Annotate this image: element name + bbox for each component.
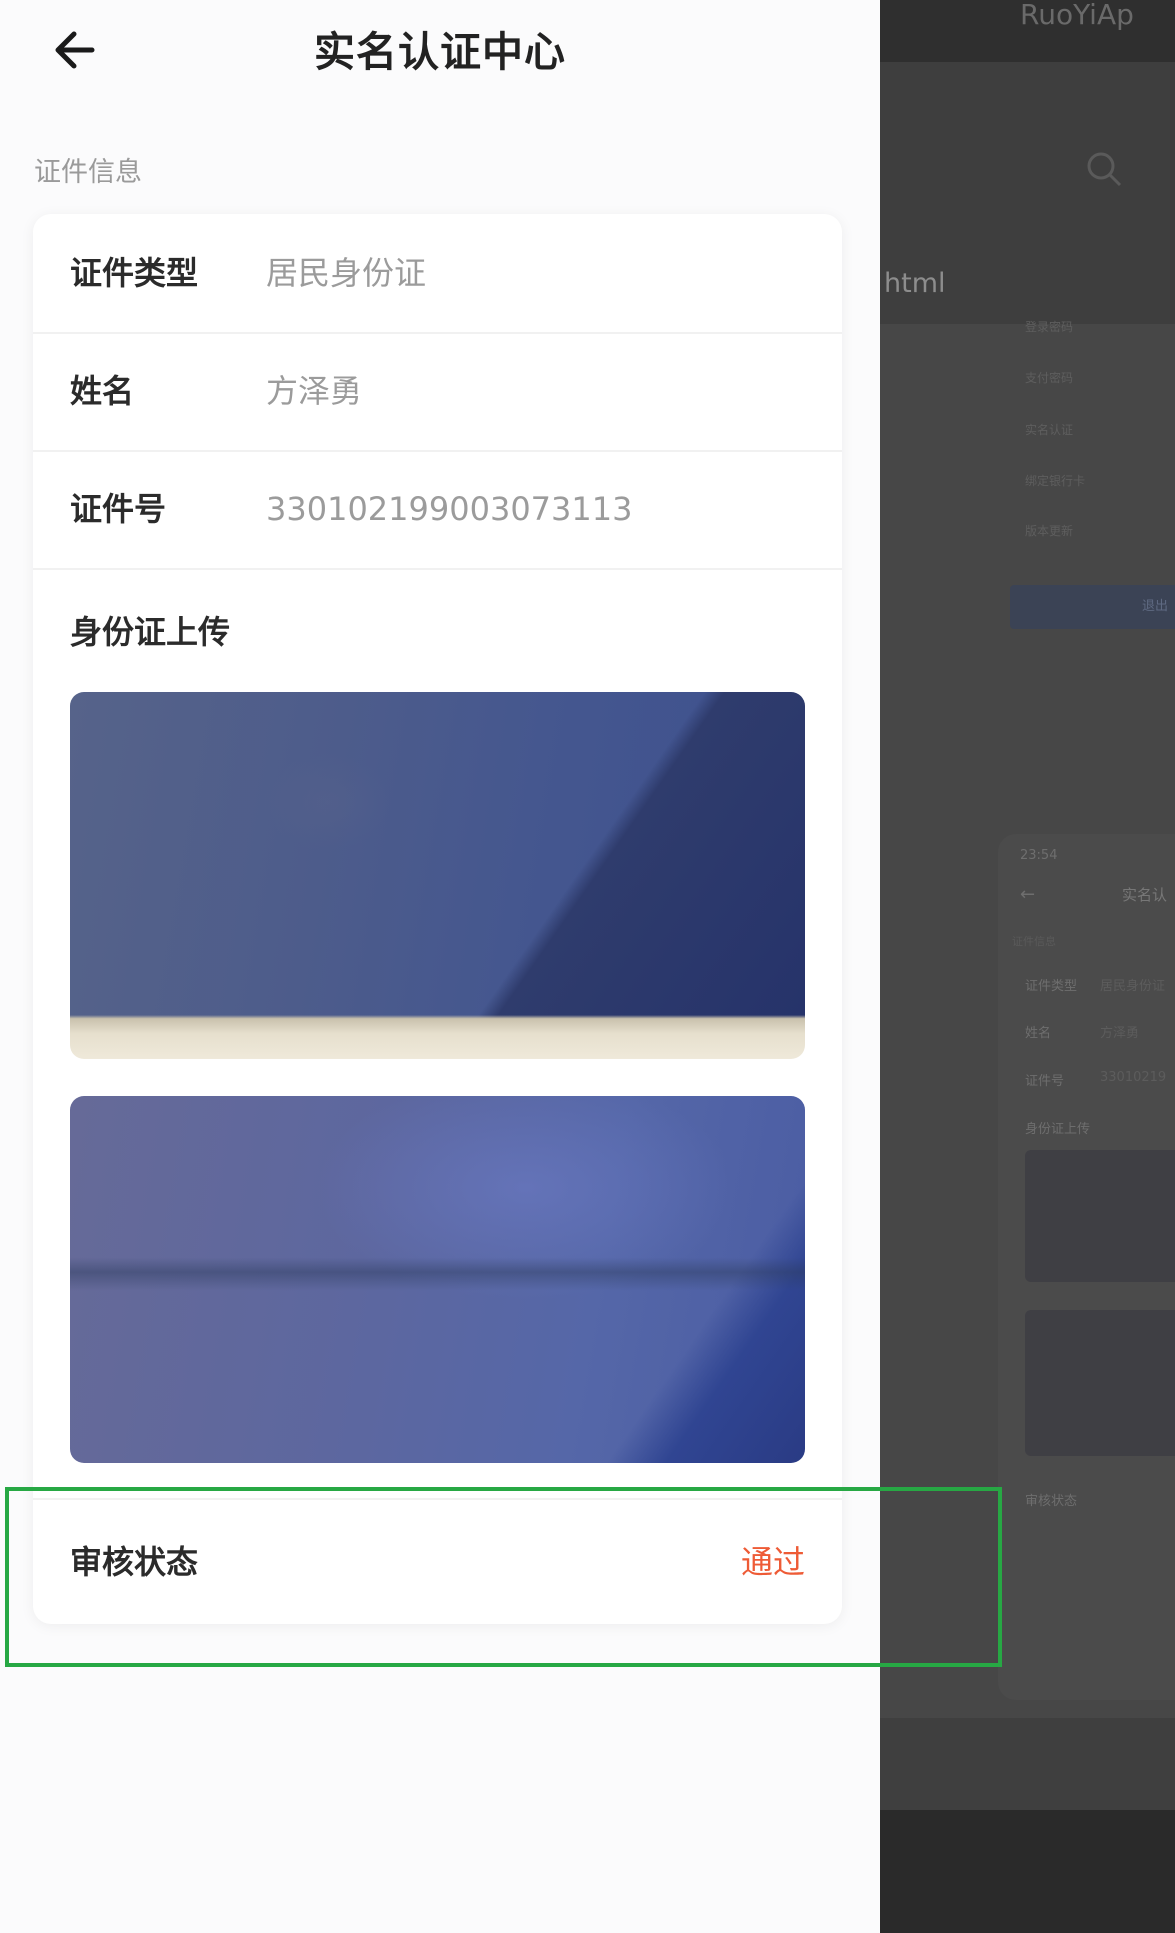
field-row-id-type: 证件类型 居民身份证 bbox=[33, 214, 842, 334]
page-title: 实名认证中心 bbox=[314, 28, 566, 76]
field-value: 330102199003073113 bbox=[266, 490, 633, 528]
id-card-back-image[interactable] bbox=[70, 1096, 805, 1463]
bg-mini-field: 证件号 bbox=[1025, 1074, 1065, 1089]
id-card-front-image[interactable] bbox=[70, 692, 805, 1059]
field-label: 姓名 bbox=[70, 372, 135, 410]
bg-mini-photo bbox=[1025, 1310, 1175, 1456]
bg-mini-value: 方泽勇 bbox=[1100, 1026, 1140, 1041]
field-value: 方泽勇 bbox=[266, 372, 363, 410]
highlight-box bbox=[5, 1487, 1002, 1667]
field-label: 证件类型 bbox=[70, 254, 199, 292]
upload-label: 身份证上传 bbox=[70, 613, 231, 651]
bg-mini-time: 23:54 bbox=[1020, 848, 1058, 863]
search-icon bbox=[1087, 152, 1122, 187]
bg-logout-bar: 退出 bbox=[1010, 585, 1175, 629]
bg-mini-upload: 身份证上传 bbox=[1025, 1122, 1091, 1137]
bg-mini-title: 实名认 bbox=[1122, 886, 1168, 904]
field-value: 居民身份证 bbox=[266, 254, 427, 292]
field-row-id-number: 证件号 330102199003073113 bbox=[33, 450, 842, 570]
bg-mini-review: 审核状态 bbox=[1025, 1494, 1078, 1509]
bg-bottom-band bbox=[880, 1718, 1175, 1810]
bg-mini-field: 证件类型 bbox=[1025, 979, 1078, 994]
certificate-card: 证件类型 居民身份证 姓名 方泽勇 证件号 330102199003073113… bbox=[33, 214, 842, 1624]
section-label: 证件信息 bbox=[34, 157, 142, 188]
bg-menu-item: 版本更新 bbox=[1025, 524, 1074, 538]
bg-menu-item: 支付密码 bbox=[1025, 371, 1074, 385]
bg-menu-item: 绑定银行卡 bbox=[1025, 474, 1086, 488]
bg-mini-value: 居民身份证 bbox=[1100, 979, 1166, 994]
bg-mini-photo bbox=[1025, 1150, 1175, 1282]
bg-app-name: RuoYiAp bbox=[1020, 0, 1134, 31]
field-label: 证件号 bbox=[70, 490, 167, 528]
bg-mini-value: 33010219 bbox=[1100, 1070, 1167, 1085]
bg-menu-item: 实名认证 bbox=[1025, 423, 1074, 437]
bg-mini-back-icon: ← bbox=[1020, 884, 1036, 905]
bg-browser-topbar: RuoYiAp bbox=[880, 0, 1175, 62]
bg-bottom-band bbox=[880, 1810, 1175, 1933]
bg-mini-section: 证件信息 bbox=[1012, 935, 1056, 948]
field-row-name: 姓名 方泽勇 bbox=[33, 332, 842, 452]
bg-logout-text: 退出 bbox=[1142, 599, 1169, 614]
bg-url-text: html bbox=[884, 268, 946, 299]
bg-menu-item: 登录密码 bbox=[1025, 320, 1074, 334]
bg-mini-field: 姓名 bbox=[1025, 1026, 1052, 1041]
